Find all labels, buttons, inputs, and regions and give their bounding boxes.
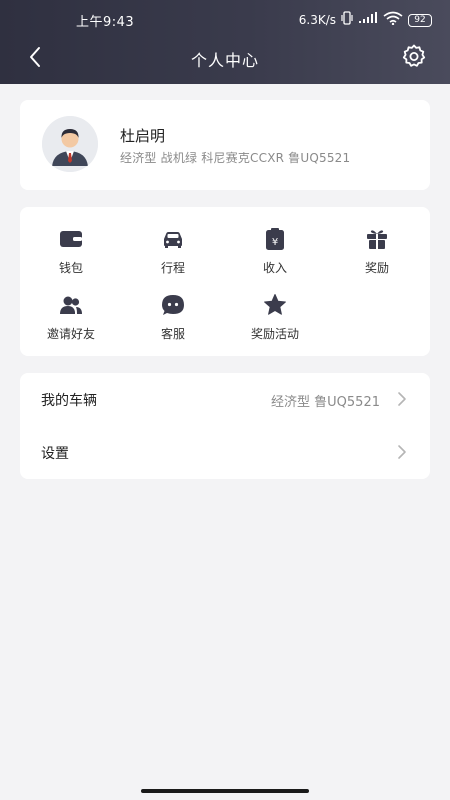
chevron-right-icon	[396, 444, 408, 460]
invite-friends-icon	[59, 293, 83, 317]
settings-label: 设置	[41, 446, 69, 462]
grid-label: 奖励	[364, 261, 389, 275]
my-vehicle-value: 经济型 鲁UQ5521	[271, 395, 380, 410]
feature-grid: 钱包 行程 ¥ 收入 奖励 邀请好友 客服 奖励活动	[20, 207, 430, 356]
svg-text:¥: ¥	[272, 237, 278, 248]
status-bar: 上午9:43 6.3K/s 92	[0, 10, 450, 30]
income-icon: ¥	[263, 227, 287, 251]
header: 上午9:43 6.3K/s 92 个人中心	[0, 0, 450, 84]
star-icon	[263, 293, 287, 317]
user-avatar-icon	[42, 116, 98, 172]
signal-icon	[358, 12, 378, 28]
grid-item-invite-friends[interactable]: 邀请好友	[20, 293, 122, 353]
car-icon	[161, 227, 185, 251]
settings-row[interactable]: 设置	[20, 426, 430, 479]
page-title: 个人中心	[190, 51, 259, 70]
customer-service-icon	[161, 293, 185, 317]
grid-label: 行程	[160, 261, 185, 275]
my-vehicle-row[interactable]: 我的车辆 经济型 鲁UQ5521	[20, 373, 430, 426]
grid-label: 邀请好友	[46, 327, 95, 341]
gear-icon	[401, 43, 427, 73]
grid-label: 钱包	[58, 261, 83, 275]
wifi-icon	[383, 11, 403, 29]
profile-card[interactable]: 杜启明 经济型 战机绿 科尼赛克CCXR 鲁UQ5521	[20, 100, 430, 190]
vibrate-icon	[341, 11, 353, 29]
grid-item-trips[interactable]: 行程	[122, 227, 224, 287]
grid-label: 客服	[160, 327, 185, 341]
grid-item-wallet[interactable]: 钱包	[20, 227, 122, 287]
avatar	[42, 116, 98, 172]
status-time: 上午9:43	[76, 15, 135, 30]
my-vehicle-label: 我的车辆	[41, 393, 97, 409]
grid-item-income[interactable]: ¥ 收入	[224, 227, 326, 287]
home-indicator[interactable]	[141, 789, 309, 793]
grid-label: 收入	[262, 261, 287, 275]
status-right: 6.3K/s 92	[299, 11, 432, 29]
profile-vehicle-description: 经济型 战机绿 科尼赛克CCXR 鲁UQ5521	[120, 151, 351, 165]
battery-indicator: 92	[408, 13, 432, 27]
grid-item-rewards[interactable]: 奖励	[326, 227, 428, 287]
chevron-right-icon	[396, 391, 408, 407]
grid-label: 奖励活动	[250, 327, 299, 341]
settings-list: 我的车辆 经济型 鲁UQ5521 设置	[20, 373, 430, 479]
profile-name: 杜启明	[120, 127, 166, 145]
grid-item-customer-service[interactable]: 客服	[122, 293, 224, 353]
gift-icon	[365, 227, 389, 251]
title-bar: 个人中心	[0, 40, 450, 76]
network-speed: 6.3K/s	[298, 13, 336, 27]
settings-button[interactable]	[400, 44, 428, 72]
wallet-icon	[59, 227, 83, 251]
grid-item-reward-activities[interactable]: 奖励活动	[224, 293, 326, 353]
